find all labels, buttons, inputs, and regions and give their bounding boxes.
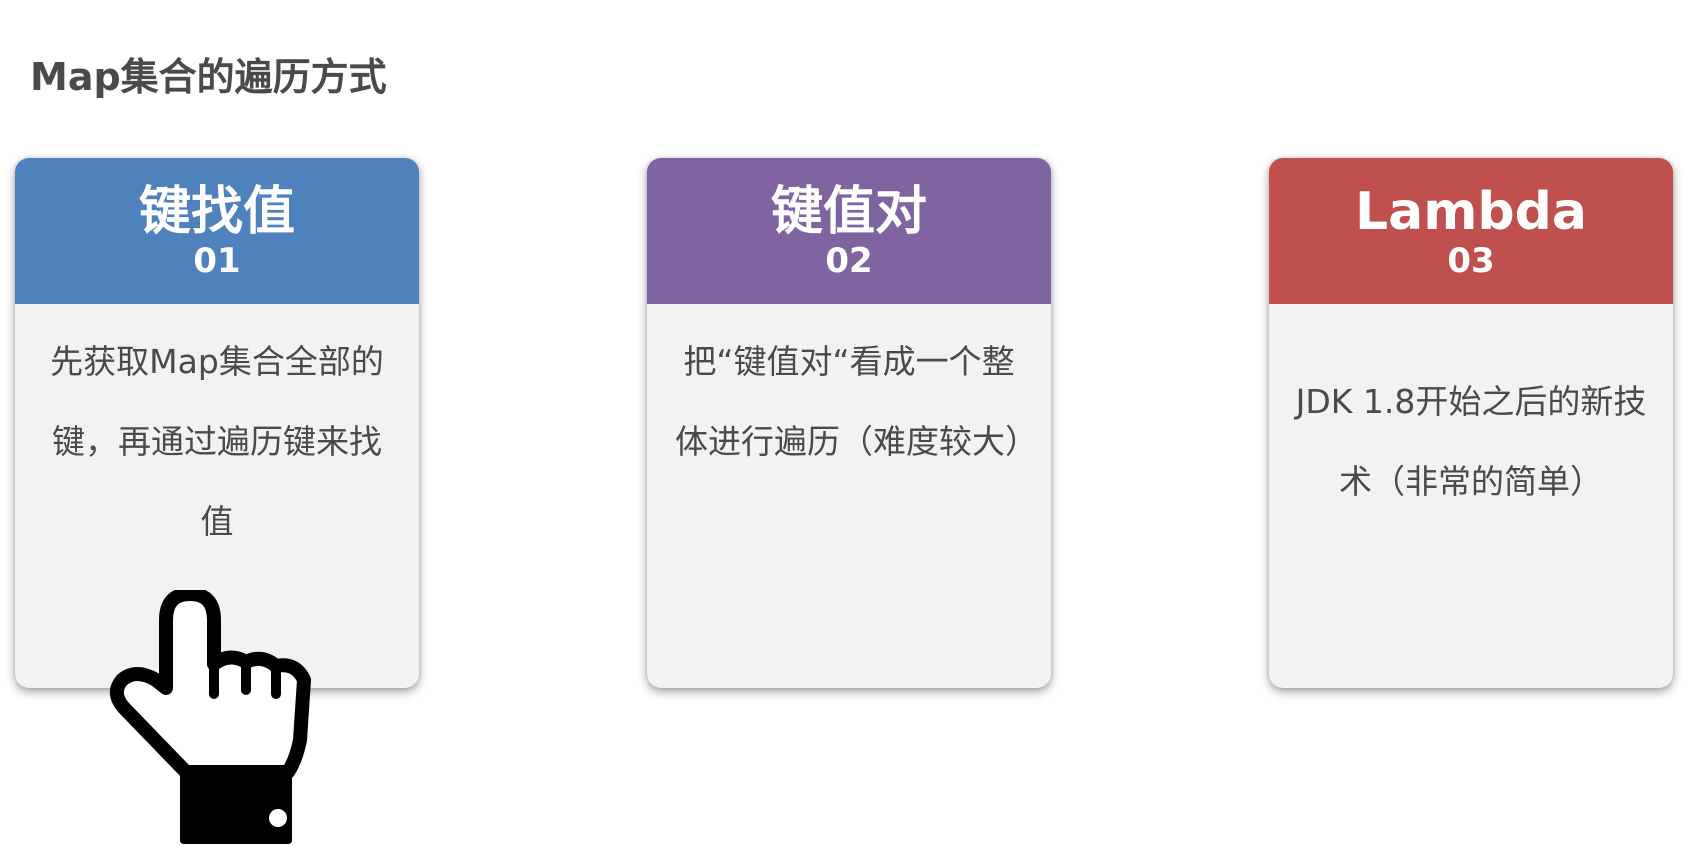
card-key-value-pair[interactable]: 键值对 02 把“键值对“看成一个整体进行遍历（难度较大） bbox=[647, 158, 1051, 688]
pointing-hand-icon bbox=[109, 590, 311, 844]
card-title: 键找值 bbox=[138, 182, 295, 242]
card-number: 02 bbox=[825, 241, 873, 281]
card-number: 03 bbox=[1447, 241, 1495, 281]
card-header: 键值对 02 bbox=[647, 158, 1051, 304]
page-title: Map集合的遍历方式 bbox=[30, 55, 387, 99]
card-title: 键值对 bbox=[770, 182, 927, 242]
card-header: 键找值 01 bbox=[15, 158, 419, 304]
card-lambda[interactable]: Lambda 03 JDK 1.8开始之后的新技术（非常的简单） bbox=[1269, 158, 1673, 688]
card-description: 先获取Map集合全部的键，再通过遍历键来找值 bbox=[50, 342, 384, 541]
slide: Map集合的遍历方式 键找值 01 先获取Map集合全部的键，再通过遍历键来找值… bbox=[0, 0, 1687, 845]
card-description: 把“键值对“看成一个整体进行遍历（难度较大） bbox=[675, 342, 1038, 461]
card-number: 01 bbox=[193, 241, 241, 281]
card-description: JDK 1.8开始之后的新技术（非常的简单） bbox=[1295, 382, 1647, 501]
card-header: Lambda 03 bbox=[1269, 158, 1673, 304]
card-title: Lambda bbox=[1355, 182, 1587, 242]
